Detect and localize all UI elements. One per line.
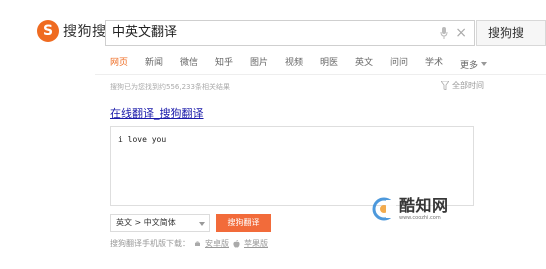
- translation-input-box[interactable]: i love you: [110, 126, 474, 206]
- tab-academic[interactable]: 学术: [425, 55, 460, 73]
- search-input[interactable]: 中英文翻译: [112, 21, 177, 45]
- tab-mingyi[interactable]: 明医: [320, 55, 355, 73]
- tab-zhihu[interactable]: 知乎: [215, 55, 250, 73]
- apple-icon: [233, 239, 240, 248]
- search-tabs: 网页 新闻 微信 知乎 图片 视频 明医 英文 问问 学术 更多: [110, 55, 488, 73]
- microphone-icon[interactable]: [440, 27, 448, 39]
- translation-input-text[interactable]: i love you: [118, 135, 166, 144]
- tab-wechat[interactable]: 微信: [180, 55, 215, 73]
- tab-web[interactable]: 网页: [110, 55, 145, 73]
- android-icon: [195, 241, 200, 246]
- result-count: 搜狗已为您找到约556,233条相关结果: [110, 83, 230, 91]
- tabs-divider: [95, 74, 546, 75]
- tab-images[interactable]: 图片: [250, 55, 285, 73]
- language-select[interactable]: 英文 > 中文简体: [110, 214, 210, 232]
- download-prefix: 搜狗翻译手机版下载：: [110, 239, 190, 248]
- time-filter[interactable]: 全部时间: [441, 80, 484, 91]
- search-box[interactable]: 中英文翻译 ×: [105, 20, 475, 46]
- tab-news[interactable]: 新闻: [145, 55, 180, 73]
- tab-english[interactable]: 英文: [355, 55, 390, 73]
- sogou-logo-mark: S: [37, 20, 59, 42]
- chevron-down-icon: [481, 62, 488, 66]
- search-button[interactable]: 搜狗搜: [476, 20, 546, 46]
- apple-download-link[interactable]: 苹果版: [244, 238, 268, 249]
- download-row: 搜狗翻译手机版下载： 安卓版 苹果版: [110, 238, 268, 249]
- translate-button[interactable]: 搜狗翻译: [216, 214, 271, 232]
- coozhi-watermark: 酷知网 www.coozhi.com: [372, 197, 449, 221]
- android-download-link[interactable]: 安卓版: [205, 238, 229, 249]
- tab-wenwen[interactable]: 问问: [390, 55, 425, 73]
- tab-video[interactable]: 视频: [285, 55, 320, 73]
- chevron-down-icon: [199, 222, 205, 226]
- coozhi-logo-icon: [372, 197, 396, 221]
- watermark-url: www.coozhi.com: [399, 214, 441, 221]
- funnel-icon: [441, 81, 449, 90]
- clear-icon[interactable]: ×: [455, 25, 467, 41]
- language-select-value: 英文 > 中文简体: [116, 218, 176, 227]
- result-title-link[interactable]: 在线翻译_搜狗翻译: [110, 105, 204, 121]
- watermark-text: 酷知网: [399, 195, 449, 215]
- tab-more[interactable]: 更多: [460, 55, 488, 73]
- tab-more-label: 更多: [460, 60, 479, 71]
- time-filter-label: 全部时间: [452, 81, 484, 90]
